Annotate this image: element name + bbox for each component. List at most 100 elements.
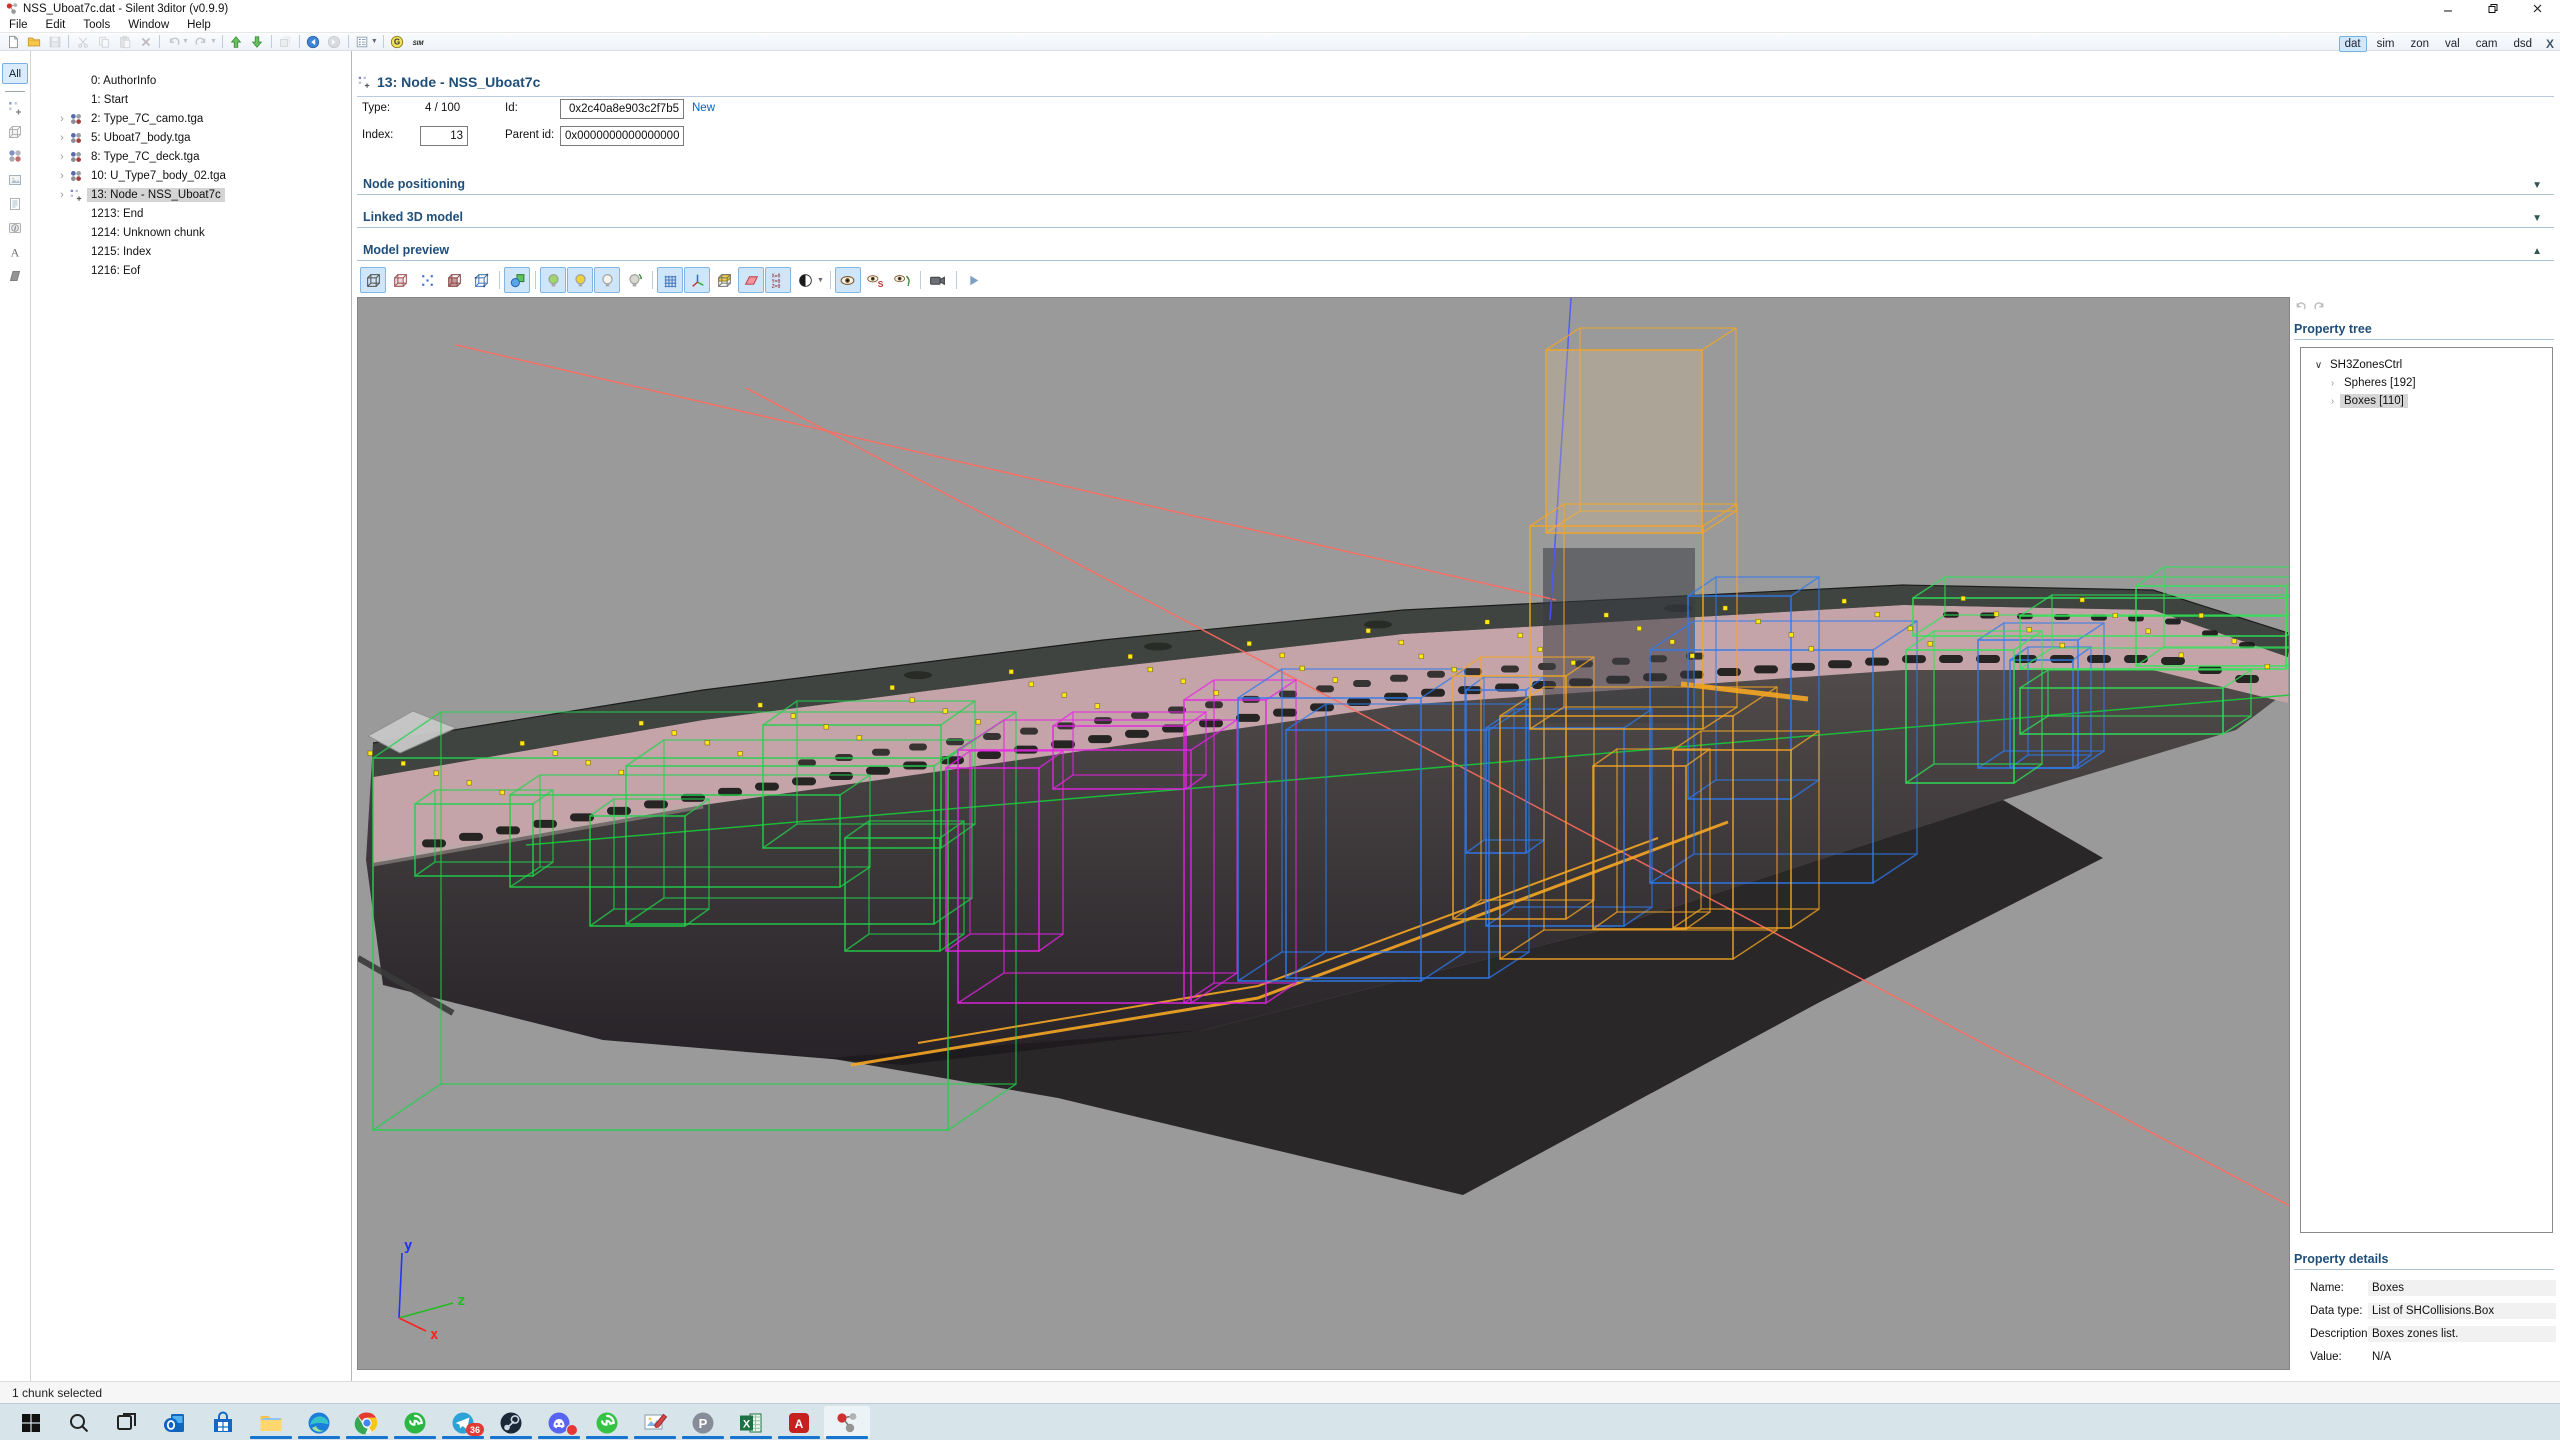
material-filter-button[interactable] [3, 144, 27, 168]
tree-item[interactable]: 1214: Unknown chunk [31, 223, 351, 242]
file-tab-sim[interactable]: sim [2371, 36, 2401, 52]
property-tree-item[interactable]: ›Spheres [192] [2301, 374, 2552, 392]
camera-button[interactable] [925, 267, 951, 293]
index-list-dropdown[interactable]: ▼ [371, 38, 378, 45]
move-up-button[interactable] [226, 34, 247, 50]
minimize-button[interactable] [2425, 0, 2470, 17]
taskbar-paint[interactable] [632, 1406, 678, 1439]
solid-button[interactable] [441, 267, 467, 293]
taskbar-acrobat[interactable]: A [776, 1406, 822, 1439]
file-tab-zon[interactable]: zon [2404, 36, 2435, 52]
taskbar-steam[interactable] [488, 1406, 534, 1439]
open-button[interactable] [23, 34, 44, 50]
gr2-viewer-button[interactable]: G [387, 34, 408, 50]
new-id-link[interactable]: New [692, 102, 715, 114]
menu-tools[interactable]: Tools [74, 19, 119, 31]
menu-window[interactable]: Window [119, 19, 178, 31]
text-filter-button[interactable] [3, 192, 27, 216]
placement-filter-button[interactable] [3, 264, 27, 288]
expander-icon[interactable]: › [55, 113, 69, 125]
focus-selection-button[interactable] [711, 267, 737, 293]
bounding-box-button[interactable] [468, 267, 494, 293]
menu-file[interactable]: File [0, 19, 37, 31]
expander-icon[interactable]: › [55, 151, 69, 163]
tree-item[interactable]: ›10: U_Type7_body_02.tga [31, 166, 351, 185]
taskbar-whatsapp[interactable] [392, 1406, 438, 1439]
tree-item[interactable]: ›13: Node - NSS_Uboat7c [31, 185, 351, 204]
expander-icon[interactable]: ∨ [2311, 360, 2326, 371]
tree-item[interactable]: 1: Start [31, 90, 351, 109]
close-button[interactable] [2515, 0, 2560, 17]
sim-file-button[interactable]: SIM [408, 34, 429, 50]
light-2-button[interactable] [567, 267, 593, 293]
taskbar-task-view[interactable] [104, 1406, 150, 1439]
tree-item[interactable]: 1216: Eof [31, 261, 351, 280]
light-1-button[interactable] [540, 267, 566, 293]
taskbar-edge[interactable] [296, 1406, 342, 1439]
tree-item[interactable]: 0: AuthorInfo [31, 71, 351, 90]
taskbar-excel[interactable]: X [728, 1406, 774, 1439]
tree-item[interactable]: ›8: Type_7C_deck.tga [31, 147, 351, 166]
section-model-preview[interactable]: Model preview▲ [357, 235, 2554, 261]
taskbar-store[interactable] [200, 1406, 246, 1439]
restore-button[interactable] [2470, 0, 2515, 17]
play-button[interactable] [961, 267, 987, 293]
section-chevron-down-icon[interactable]: ▼ [2532, 213, 2554, 224]
file-tab-cam[interactable]: cam [2470, 36, 2504, 52]
menu-help[interactable]: Help [178, 19, 220, 31]
property-tree-item[interactable]: ›Boxes [110] [2301, 392, 2552, 410]
expander-icon[interactable]: › [55, 189, 69, 201]
wireframe-button[interactable] [360, 267, 386, 293]
index-input[interactable] [420, 126, 468, 146]
taskbar-phone[interactable] [584, 1406, 630, 1439]
light-3-button[interactable] [594, 267, 620, 293]
model-viewport[interactable]: yzx [357, 297, 2290, 1370]
section-node-positioning[interactable]: Node positioning▼ [357, 169, 2554, 195]
parent-id-input[interactable] [560, 126, 684, 146]
section-chevron-up-icon[interactable]: ▲ [2532, 246, 2554, 257]
nav-back-button[interactable] [303, 34, 324, 50]
file-tab-val[interactable]: val [2439, 36, 2466, 52]
light-animate-button[interactable] [621, 267, 647, 293]
taskbar-start[interactable] [8, 1406, 54, 1439]
section-linked-3d-model[interactable]: Linked 3D model▼ [357, 202, 2554, 228]
texture-filter-button[interactable] [3, 168, 27, 192]
filter-all-button[interactable]: All [2, 63, 28, 84]
taskbar-silent-3ditor[interactable] [824, 1406, 870, 1439]
clip-plane-button[interactable] [738, 267, 764, 293]
render-mode-dropdown[interactable]: ▼ [817, 277, 824, 284]
new-button[interactable] [2, 34, 23, 50]
font-filter-button[interactable]: A [3, 240, 27, 264]
taskbar-file-explorer[interactable] [248, 1406, 294, 1439]
tree-item[interactable]: ›2: Type_7C_camo.tga [31, 109, 351, 128]
expander-icon[interactable]: › [2325, 396, 2340, 407]
tree-item[interactable]: 1215: Index [31, 242, 351, 261]
info-filter-button[interactable]: i [3, 216, 27, 240]
rotate-view-button[interactable] [889, 267, 915, 293]
file-tab-close-icon[interactable]: X [2546, 37, 2554, 51]
show-shapes-button[interactable] [504, 267, 530, 293]
axes-button[interactable] [684, 267, 710, 293]
file-tab-dat[interactable]: dat [2339, 36, 2367, 52]
tree-item[interactable]: ›5: Uboat7_body.tga [31, 128, 351, 147]
expander-icon[interactable]: › [2325, 378, 2340, 389]
menu-edit[interactable]: Edit [37, 19, 75, 31]
expander-icon[interactable]: › [55, 170, 69, 182]
taskbar-outlook[interactable] [152, 1406, 198, 1439]
id-input[interactable] [560, 99, 684, 119]
vertex-points-button[interactable] [414, 267, 440, 293]
expander-icon[interactable]: › [55, 132, 69, 144]
index-list-button[interactable] [352, 34, 373, 50]
property-tree-item[interactable]: ∨SH3ZonesCtrl [2301, 356, 2552, 374]
wire-shaded-button[interactable] [387, 267, 413, 293]
move-down-button[interactable] [247, 34, 268, 50]
model-filter-button[interactable] [3, 120, 27, 144]
reset-origin-button[interactable]: X=0Y=0Z=0 [765, 267, 791, 293]
grid-button[interactable] [657, 267, 683, 293]
taskbar-discord[interactable] [536, 1406, 582, 1439]
taskbar-chrome[interactable] [344, 1406, 390, 1439]
taskbar-search[interactable] [56, 1406, 102, 1439]
taskbar-telegram[interactable]: 36 [440, 1406, 486, 1439]
show-spheres-button[interactable]: S [862, 267, 888, 293]
render-mode-button[interactable] [792, 267, 818, 293]
